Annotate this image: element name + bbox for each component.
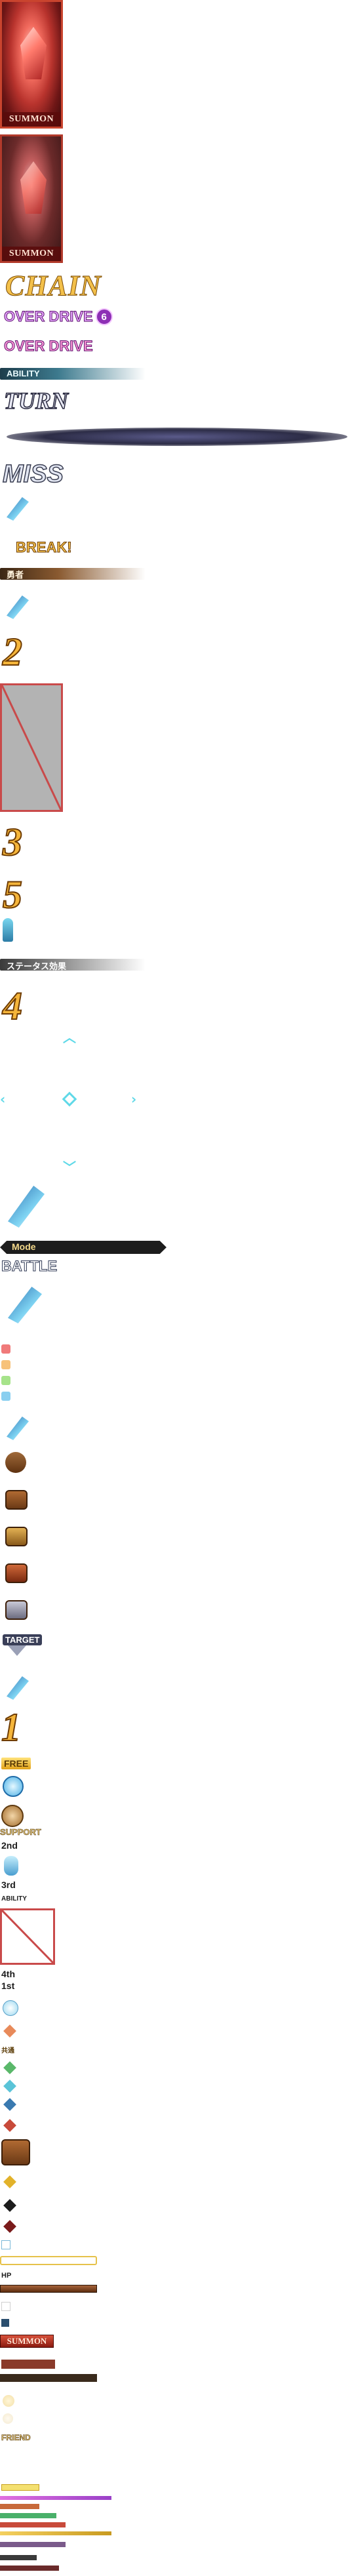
ability-bar: ABILITY: [0, 368, 146, 380]
overdrive-count-badge: 6: [95, 308, 113, 325]
gold-gauge: [0, 2531, 111, 2535]
target-arrow-icon: [8, 1645, 26, 1656]
chest-bronze-icon: [5, 1490, 28, 1510]
gold-diamond-icon: [3, 2175, 16, 2188]
summon-label: SUMMON: [2, 247, 61, 261]
navy-square-icon: [1, 2319, 9, 2327]
brush-icon: [7, 595, 29, 619]
crystal-icon: [20, 27, 47, 79]
brush-icon: [7, 1417, 29, 1440]
fourth-text: 4th: [1, 1969, 15, 1979]
summon-label: SUMMON: [2, 112, 61, 127]
chevron-down-icon[interactable]: ﹀: [63, 1157, 76, 1176]
green-gauge: [0, 2513, 56, 2518]
digit-3: 3: [2, 820, 23, 864]
pouch-icon: [5, 1452, 26, 1473]
empty-slot[interactable]: [0, 683, 63, 812]
digit-5: 5: [2, 872, 23, 917]
dark-gauge: [0, 2555, 37, 2560]
title-bar-label: 勇者: [7, 571, 24, 580]
glow-orb-icon: [3, 2395, 14, 2407]
chain-text: CHAIN: [5, 270, 102, 302]
slash-icon: [2, 1910, 53, 1963]
red-dot-icon: [1, 1344, 10, 1354]
summon-card[interactable]: SUMMON: [0, 0, 63, 129]
chevron-left-icon[interactable]: ‹: [0, 1091, 5, 1107]
empty-box-icon: [1, 2302, 10, 2311]
overdrive-text: OVER DRIVE: [4, 308, 94, 325]
wind-diamond-icon: [3, 2061, 16, 2074]
potion-icon: [4, 1856, 18, 1876]
empty-slot-small[interactable]: [0, 1908, 55, 1965]
turn-text: TURN: [3, 387, 69, 414]
brush-icon: [8, 1287, 42, 1323]
slash-icon: [2, 685, 61, 810]
miss-text: MISS: [2, 460, 64, 489]
orb-icon: [3, 2000, 18, 2016]
small-label: 共通: [1, 2047, 14, 2055]
red-gauge: [0, 2522, 66, 2527]
target-marker: TARGET: [3, 1634, 43, 1656]
ability-label: ABILITY: [7, 369, 40, 378]
third-text: 3rd: [1, 1880, 16, 1890]
digit-2: 2: [2, 630, 23, 674]
red-bar: [1, 2360, 55, 2369]
fire-diamond-icon: [3, 2024, 16, 2038]
purple-gauge: [0, 2496, 111, 2500]
chest-gold-icon: [5, 1527, 28, 1546]
overdrive-row: OVER DRIVE 6: [4, 308, 113, 325]
chest-red-icon: [5, 1563, 28, 1583]
mode-bar: Mode: [0, 1241, 166, 1254]
chest-silver-icon: [5, 1600, 28, 1620]
chest-large-icon: [1, 2139, 30, 2165]
dark-diamond-icon: [3, 2119, 16, 2132]
violet-gauge: [0, 2542, 66, 2547]
crimson-diamond-icon: [3, 2220, 16, 2233]
battle-text: BATTLE: [1, 1258, 58, 1275]
ability-small-text: ABILITY: [1, 1895, 27, 1902]
summon-plate: SUMMON: [0, 2335, 54, 2348]
crystal-icon: [20, 161, 47, 214]
break-text: BREAK!: [16, 539, 73, 556]
status-effect-bar: ステータス効果: [0, 959, 146, 972]
orange-gauge: [0, 2504, 39, 2509]
hp-bar: [0, 2285, 97, 2293]
maroon-gauge: [0, 2566, 59, 2571]
mode-label: Mode: [12, 1241, 36, 1252]
chevron-right-icon[interactable]: ›: [131, 1091, 136, 1107]
brush-icon: [7, 1676, 29, 1700]
brush-icon: [7, 497, 29, 521]
water-diamond-icon: [3, 2080, 16, 2093]
digit-1: 1: [1, 1705, 22, 1750]
glow-orb-icon-small: [3, 2413, 13, 2424]
coin-icon: [1, 1805, 24, 1827]
target-label: TARGET: [3, 1634, 43, 1645]
small-potion-icon: [3, 918, 13, 942]
status-effect-label: ステータス効果: [7, 962, 67, 972]
blue-dot-icon: [1, 1392, 10, 1401]
overdrive-text-alt: OVER DRIVE: [4, 338, 94, 355]
title-bar: 勇者: [0, 568, 146, 580]
digit-4: 4: [2, 984, 23, 1028]
first-text: 1st: [1, 1981, 15, 1991]
diamond-center-icon[interactable]: [62, 1091, 77, 1107]
support-text: SUPPORT: [0, 1827, 41, 1838]
green-dot-icon: [1, 1376, 10, 1385]
shadow-ellipse: [7, 428, 347, 446]
orange-dot-icon: [1, 1360, 10, 1369]
free-badge: FREE: [1, 1758, 31, 1769]
chevron-up-icon[interactable]: ︿: [63, 1027, 76, 1046]
dark-bar: [0, 2374, 97, 2382]
clock-icon: [3, 1776, 24, 1797]
checkbox-icon[interactable]: [1, 2240, 10, 2249]
second-text: 2nd: [1, 1840, 18, 1851]
summon-card-dark[interactable]: SUMMON: [0, 134, 63, 263]
yellow-gauge: [1, 2484, 39, 2491]
ice-diamond-icon: [3, 2098, 16, 2111]
black-diamond-icon: [3, 2199, 16, 2212]
gauge-frame: [0, 2256, 97, 2265]
hp-label: HP: [1, 2272, 12, 2280]
brush-large-icon: [8, 1186, 45, 1228]
friend-text: FRIEND: [1, 2433, 31, 2443]
